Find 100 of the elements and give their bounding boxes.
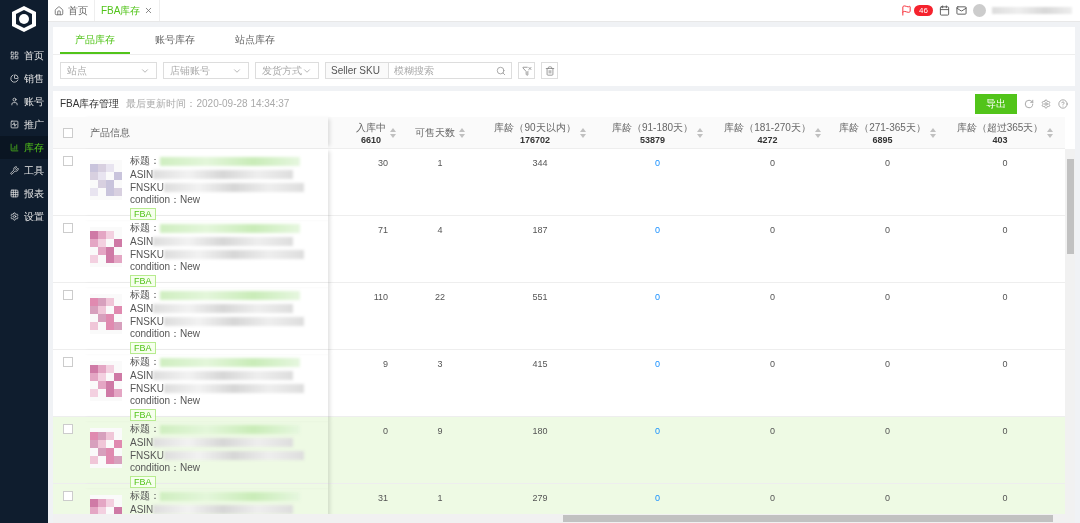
- sort-icon[interactable]: [697, 127, 704, 138]
- table-cell-text: 0: [1002, 291, 1008, 304]
- table-cell-text: 0: [885, 157, 890, 170]
- product-field-label: FNSKU: [130, 248, 164, 260]
- clear-filter-button[interactable]: [518, 62, 535, 79]
- column-total: 176702: [519, 134, 550, 145]
- table-cell-text: 3: [437, 358, 443, 371]
- product-field-label: FNSKU: [130, 315, 164, 327]
- column-label: 可售天数: [415, 125, 455, 140]
- table-cell-text: 4: [437, 224, 443, 237]
- checkbox[interactable]: [63, 491, 73, 501]
- checkbox[interactable]: [63, 223, 73, 233]
- checkbox[interactable]: [63, 127, 73, 138]
- table-cell-text: 0: [885, 224, 890, 237]
- inventory-tab[interactable]: 站点库存: [220, 27, 290, 54]
- mail-icon[interactable]: [956, 5, 967, 16]
- delete-button[interactable]: [541, 62, 558, 79]
- fulfillment-tag: FBA: [130, 476, 156, 488]
- column-label: 库龄（超过365天）: [956, 120, 1044, 135]
- notification-badge: 46: [914, 5, 933, 16]
- column-label: 库龄（181-270天）: [724, 120, 811, 135]
- sidebar-item[interactable]: 工具: [0, 159, 48, 182]
- product-field-label: FNSKU: [130, 181, 164, 193]
- sort-icon[interactable]: [929, 127, 936, 138]
- sort-icon[interactable]: [459, 127, 465, 138]
- sidebar-item[interactable]: 销售: [0, 67, 48, 90]
- table-cell-text: 180: [532, 425, 548, 438]
- sidebar-icon: [10, 97, 19, 106]
- product-field-label: ASIN: [130, 436, 154, 448]
- column-label: 库龄（271-365天）: [839, 120, 926, 135]
- table-cell-text: 0: [1002, 425, 1008, 438]
- column-label: 入库中: [356, 120, 386, 135]
- product-field-label: condition：New: [130, 461, 201, 475]
- table-cell-text: 9: [383, 358, 389, 371]
- table-cell-text: 1: [437, 492, 443, 505]
- table-title: FBA库存管理: [60, 97, 120, 111]
- fulfillment-tag: FBA: [130, 409, 156, 421]
- sidebar-icon: [10, 120, 19, 129]
- product-field-label: FNSKU: [130, 449, 164, 461]
- product-field-label: ASIN: [130, 302, 154, 314]
- product-field-label: FNSKU: [130, 382, 164, 394]
- flag-icon[interactable]: [901, 5, 913, 16]
- table-cell-text: 0: [1002, 224, 1008, 237]
- table-cell-text: 0: [885, 358, 890, 371]
- funnel-icon: [521, 65, 532, 76]
- horizontal-scrollbar[interactable]: [53, 514, 1075, 523]
- table-cell-text: 0: [770, 492, 775, 505]
- sidebar-item[interactable]: 账号: [0, 90, 48, 113]
- sidebar-icon: [10, 143, 19, 152]
- sort-icon[interactable]: [390, 127, 396, 138]
- column-label: 库龄（91-180天）: [611, 120, 694, 135]
- help-icon[interactable]: [1058, 99, 1068, 109]
- refresh-icon[interactable]: [1024, 99, 1034, 109]
- table-row[interactable]: 标题： ASIN 31 1 279 0 0 0 0: [53, 484, 1065, 514]
- sidebar-icon: [10, 166, 19, 175]
- calendar-icon[interactable]: [939, 5, 950, 16]
- product-field-label: 标题：: [130, 154, 160, 168]
- sort-icon[interactable]: [579, 127, 586, 138]
- sidebar-item[interactable]: 首页: [0, 44, 48, 67]
- checkbox[interactable]: [63, 424, 73, 434]
- product-field-label: 标题：: [130, 355, 160, 369]
- table-cell-text: 31: [378, 492, 389, 505]
- sidebar-item[interactable]: 推广: [0, 113, 48, 136]
- table-cell-text: 9: [437, 425, 443, 438]
- sort-icon[interactable]: [814, 127, 821, 138]
- table-cell-text: 110: [373, 291, 389, 304]
- product-field-label: ASIN: [130, 503, 154, 514]
- table-cell-text: 1: [437, 157, 443, 170]
- sidebar-item[interactable]: 设置: [0, 205, 48, 228]
- table-cell-text: 0: [770, 157, 775, 170]
- avatar[interactable]: [973, 4, 986, 17]
- product-field-label: condition：New: [130, 193, 201, 207]
- table-cell-text: 71: [378, 224, 389, 237]
- column-total: 403: [992, 134, 1008, 145]
- close-icon: [144, 6, 154, 15]
- vertical-scrollbar[interactable]: [1065, 149, 1075, 514]
- column-total: 53879: [639, 134, 665, 145]
- inventory-tab[interactable]: 账号库存: [140, 27, 210, 54]
- table-cell-text: 22: [435, 291, 445, 304]
- home-icon: [54, 5, 64, 16]
- sidebar-item[interactable]: 库存: [0, 136, 48, 159]
- table-cell-text: 0: [1002, 358, 1008, 371]
- sort-icon[interactable]: [1047, 127, 1054, 138]
- table-cell-text: 0: [770, 425, 775, 438]
- column-label: 产品信息: [90, 125, 130, 140]
- product-field-label: ASIN: [130, 168, 154, 180]
- fulfillment-tag: FBA: [130, 275, 156, 287]
- settings-icon[interactable]: [1041, 99, 1051, 109]
- table-cell-text: 187: [532, 224, 548, 237]
- checkbox[interactable]: [63, 290, 73, 300]
- logo-icon[interactable]: [9, 4, 39, 34]
- product-field-label: ASIN: [130, 369, 154, 381]
- checkbox[interactable]: [63, 357, 73, 367]
- fulfillment-tag: FBA: [130, 208, 156, 220]
- sidebar-item[interactable]: 报表: [0, 182, 48, 205]
- column-total: 6610: [361, 134, 381, 145]
- checkbox[interactable]: [63, 156, 73, 166]
- sidebar-icon: [10, 74, 19, 83]
- page-tab[interactable]: 首页: [48, 0, 95, 21]
- fulfillment-tag: FBA: [130, 342, 156, 354]
